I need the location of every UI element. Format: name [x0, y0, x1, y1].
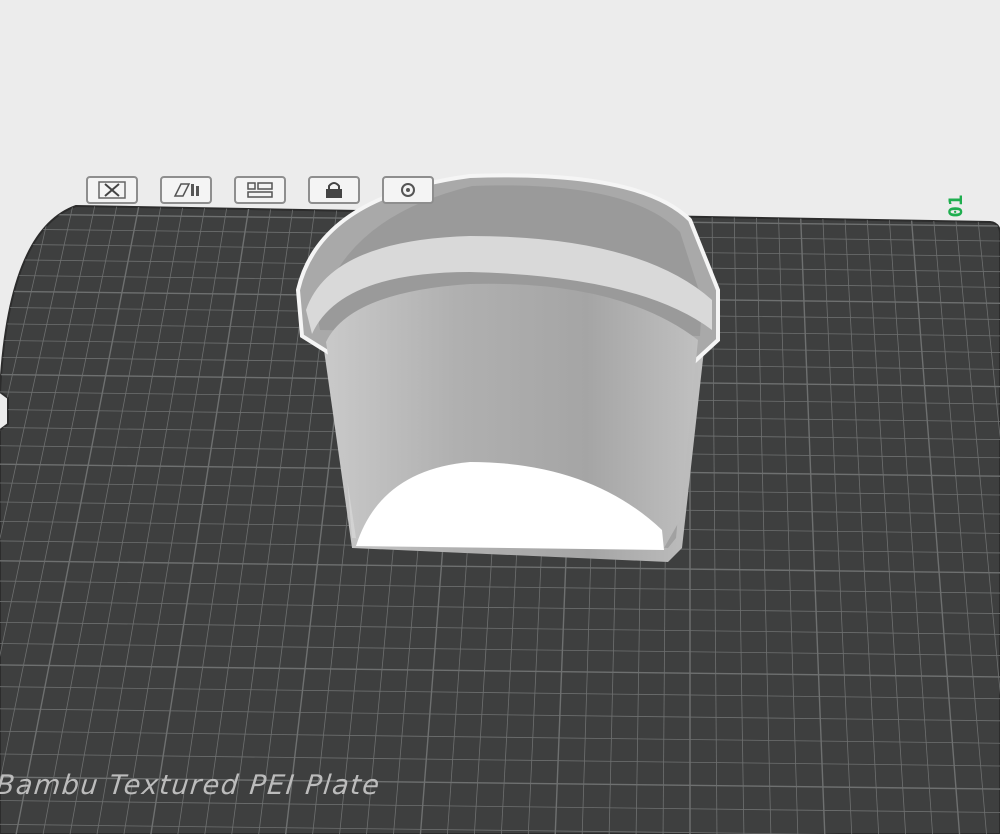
scene-canvas[interactable] — [0, 0, 1000, 834]
model-object[interactable] — [295, 173, 720, 562]
arrange-icon — [247, 182, 273, 198]
settings-icon — [401, 183, 415, 197]
close-x-icon — [98, 181, 126, 199]
plate-toolbar — [86, 176, 434, 206]
orient-icon — [173, 183, 199, 197]
plate-settings-button[interactable] — [382, 176, 434, 204]
3d-viewport[interactable]: 01 Bambu Textured PEI Plate — [0, 0, 1000, 834]
lock-icon — [326, 182, 342, 198]
plate-type-label: Bambu Textured PEI Plate — [0, 770, 383, 801]
plate-number: 01 — [945, 194, 967, 218]
auto-orient-button[interactable] — [160, 176, 212, 204]
arrange-button[interactable] — [234, 176, 286, 204]
lock-plate-button[interactable] — [308, 176, 360, 204]
delete-plate-button[interactable] — [86, 176, 138, 204]
